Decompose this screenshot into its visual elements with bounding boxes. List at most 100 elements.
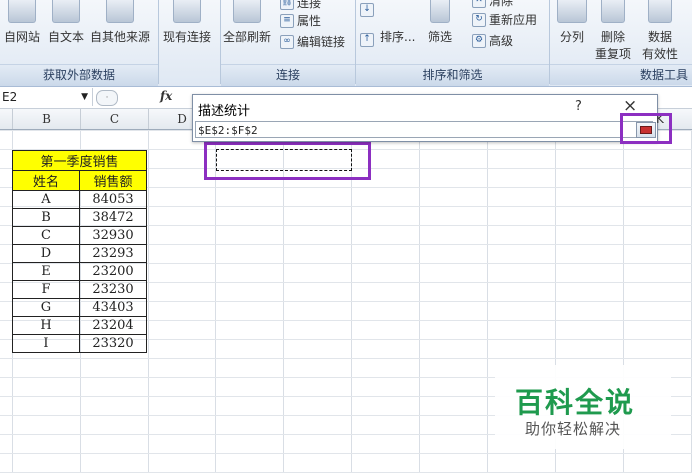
connections-button[interactable]: ⛓ 连接 bbox=[280, 0, 321, 11]
validation-label-1: 数据 bbox=[648, 30, 673, 44]
existing-connections-label: 现有连接 bbox=[163, 30, 212, 44]
validation-icon bbox=[648, 0, 672, 23]
filter-label: 筛选 bbox=[428, 30, 453, 44]
reapply-label: 重新应用 bbox=[489, 13, 538, 27]
column-header-b[interactable]: B bbox=[13, 109, 81, 129]
cell-name[interactable]: I bbox=[12, 334, 80, 353]
from-text-label: 自文本 bbox=[48, 30, 85, 44]
table-row: C 32930 bbox=[12, 226, 147, 245]
highlight-box-selection bbox=[204, 142, 371, 180]
web-icon bbox=[8, 0, 36, 23]
table-row: F 23230 bbox=[12, 280, 147, 299]
range-input[interactable]: $E$2:$F$2 bbox=[195, 121, 653, 138]
cell-sales[interactable]: 23200 bbox=[79, 262, 147, 281]
header-sales[interactable]: 销售额 bbox=[79, 170, 147, 191]
cell-name[interactable]: E bbox=[12, 262, 80, 281]
filter-button[interactable]: 筛选 bbox=[428, 0, 452, 45]
cell-sales[interactable]: 84053 bbox=[79, 190, 147, 209]
properties-icon: ≡ bbox=[280, 13, 294, 28]
data-validation-button[interactable]: 数据 有效性 bbox=[642, 0, 678, 62]
help-icon[interactable]: ? bbox=[575, 99, 582, 114]
group-data-tools: 数据工具 bbox=[550, 64, 692, 85]
remove-duplicates-icon bbox=[601, 0, 625, 23]
sort-desc-button[interactable]: ↑ bbox=[360, 33, 374, 47]
table-row: G 43403 bbox=[12, 298, 147, 317]
split-columns-icon bbox=[557, 0, 587, 23]
funnel-icon bbox=[430, 0, 450, 23]
remove-duplicates-button[interactable]: 删除 重复项 bbox=[595, 0, 631, 62]
split-label: 分列 bbox=[559, 30, 584, 44]
link-icon: ⛓ bbox=[280, 0, 294, 10]
fx-icon[interactable]: fx bbox=[160, 89, 172, 103]
cell-name[interactable]: H bbox=[12, 316, 80, 335]
from-web-label: 自网站 bbox=[4, 30, 41, 44]
from-text-button[interactable]: 自文本 bbox=[48, 0, 84, 45]
cell-name[interactable]: G bbox=[12, 298, 80, 317]
group-external-data: 获取外部数据 bbox=[0, 64, 158, 86]
group-connections: 连接 bbox=[221, 64, 355, 86]
grid-row-line bbox=[0, 453, 692, 454]
clear-icon: ✕ bbox=[472, 0, 486, 8]
table-title[interactable]: 第一季度销售 bbox=[12, 150, 147, 171]
sort-label: 排序... bbox=[380, 30, 416, 44]
sales-table: 第一季度销售 姓名 销售额 A 84053 B 38472 C 32930 D 23293 E 2… bbox=[12, 150, 147, 353]
sort-button[interactable]: 排序... bbox=[380, 28, 415, 45]
table-row: B 38472 bbox=[12, 208, 147, 227]
column-header-c[interactable]: C bbox=[81, 109, 149, 129]
dialog-title: 描述统计 bbox=[198, 104, 251, 119]
reapply-icon: ↻ bbox=[472, 12, 486, 27]
cell-sales[interactable]: 32930 bbox=[79, 226, 147, 245]
cell-sales[interactable]: 38472 bbox=[79, 208, 147, 227]
cell-sales[interactable]: 23204 bbox=[79, 316, 147, 335]
highlight-box-button bbox=[620, 113, 672, 144]
refresh-all-label: 全部刷新 bbox=[223, 30, 272, 44]
grid-row-line bbox=[0, 358, 692, 359]
table-row: H 23204 bbox=[12, 316, 147, 335]
refresh-icon bbox=[233, 0, 261, 23]
cell-sales[interactable]: 43403 bbox=[79, 298, 147, 317]
edit-links-button[interactable]: ∞ 编辑链接 bbox=[280, 33, 345, 50]
refresh-all-button[interactable]: 全部刷新 bbox=[223, 0, 271, 45]
cell-name[interactable]: A bbox=[12, 190, 80, 209]
sort-desc-icon: ↑ bbox=[360, 33, 374, 47]
reapply-button[interactable]: ↻ 重新应用 bbox=[472, 11, 537, 28]
ribbon: 自网站 自文本 自其他来源 现有连接 全部刷新 ⛓ 连接 ≡ 属性 ∞ 编辑链接… bbox=[0, 0, 692, 87]
table-row: E 23200 bbox=[12, 262, 147, 281]
descriptive-stats-dialog: 描述统计 ? × $E$2:$F$2 bbox=[192, 94, 658, 142]
cell-sales[interactable]: 23230 bbox=[79, 280, 147, 299]
remove-dup-label-2: 重复项 bbox=[595, 47, 632, 61]
from-web-button[interactable]: 自网站 bbox=[4, 0, 40, 45]
group-sort-filter: 排序和筛选 bbox=[356, 64, 549, 86]
clear-button[interactable]: ✕ 清除 bbox=[472, 0, 513, 9]
formula-round-button[interactable]: · bbox=[96, 90, 118, 106]
properties-label: 属性 bbox=[297, 14, 322, 28]
table-row: A 84053 bbox=[12, 190, 147, 209]
chevron-down-icon[interactable]: ▼ bbox=[81, 88, 88, 106]
remove-dup-label-1: 删除 bbox=[601, 30, 626, 44]
clear-label: 清除 bbox=[489, 0, 514, 8]
edit-links-label: 编辑链接 bbox=[297, 35, 346, 49]
cell-sales[interactable]: 23293 bbox=[79, 244, 147, 263]
sort-asc-icon: ↓ bbox=[360, 3, 374, 17]
from-other-sources-button[interactable]: 自其他来源 bbox=[90, 0, 150, 45]
advanced-filter-icon: ⚙ bbox=[472, 33, 486, 48]
cell-sales[interactable]: 23320 bbox=[79, 334, 147, 353]
cell-name[interactable]: C bbox=[12, 226, 80, 245]
cell-name[interactable]: B bbox=[12, 208, 80, 227]
existing-connections-button[interactable]: 现有连接 bbox=[163, 0, 211, 45]
advanced-label: 高级 bbox=[489, 34, 514, 48]
header-name[interactable]: 姓名 bbox=[12, 170, 80, 191]
name-box-value: E2 bbox=[2, 90, 18, 104]
connections-icon bbox=[173, 0, 201, 23]
name-box[interactable]: E2 ▼ bbox=[0, 88, 93, 106]
watermark-title: 百科全说 bbox=[515, 386, 636, 419]
text-to-columns-button[interactable]: 分列 bbox=[557, 0, 587, 45]
from-other-sources-label: 自其他来源 bbox=[90, 30, 151, 44]
cell-name[interactable]: F bbox=[12, 280, 80, 299]
validation-label-2: 有效性 bbox=[642, 47, 679, 61]
row-header-corner[interactable] bbox=[0, 109, 13, 129]
advanced-button[interactable]: ⚙ 高级 bbox=[472, 32, 513, 49]
cell-name[interactable]: D bbox=[12, 244, 80, 263]
properties-button[interactable]: ≡ 属性 bbox=[280, 12, 321, 29]
sort-asc-button[interactable]: ↓ bbox=[360, 3, 374, 17]
